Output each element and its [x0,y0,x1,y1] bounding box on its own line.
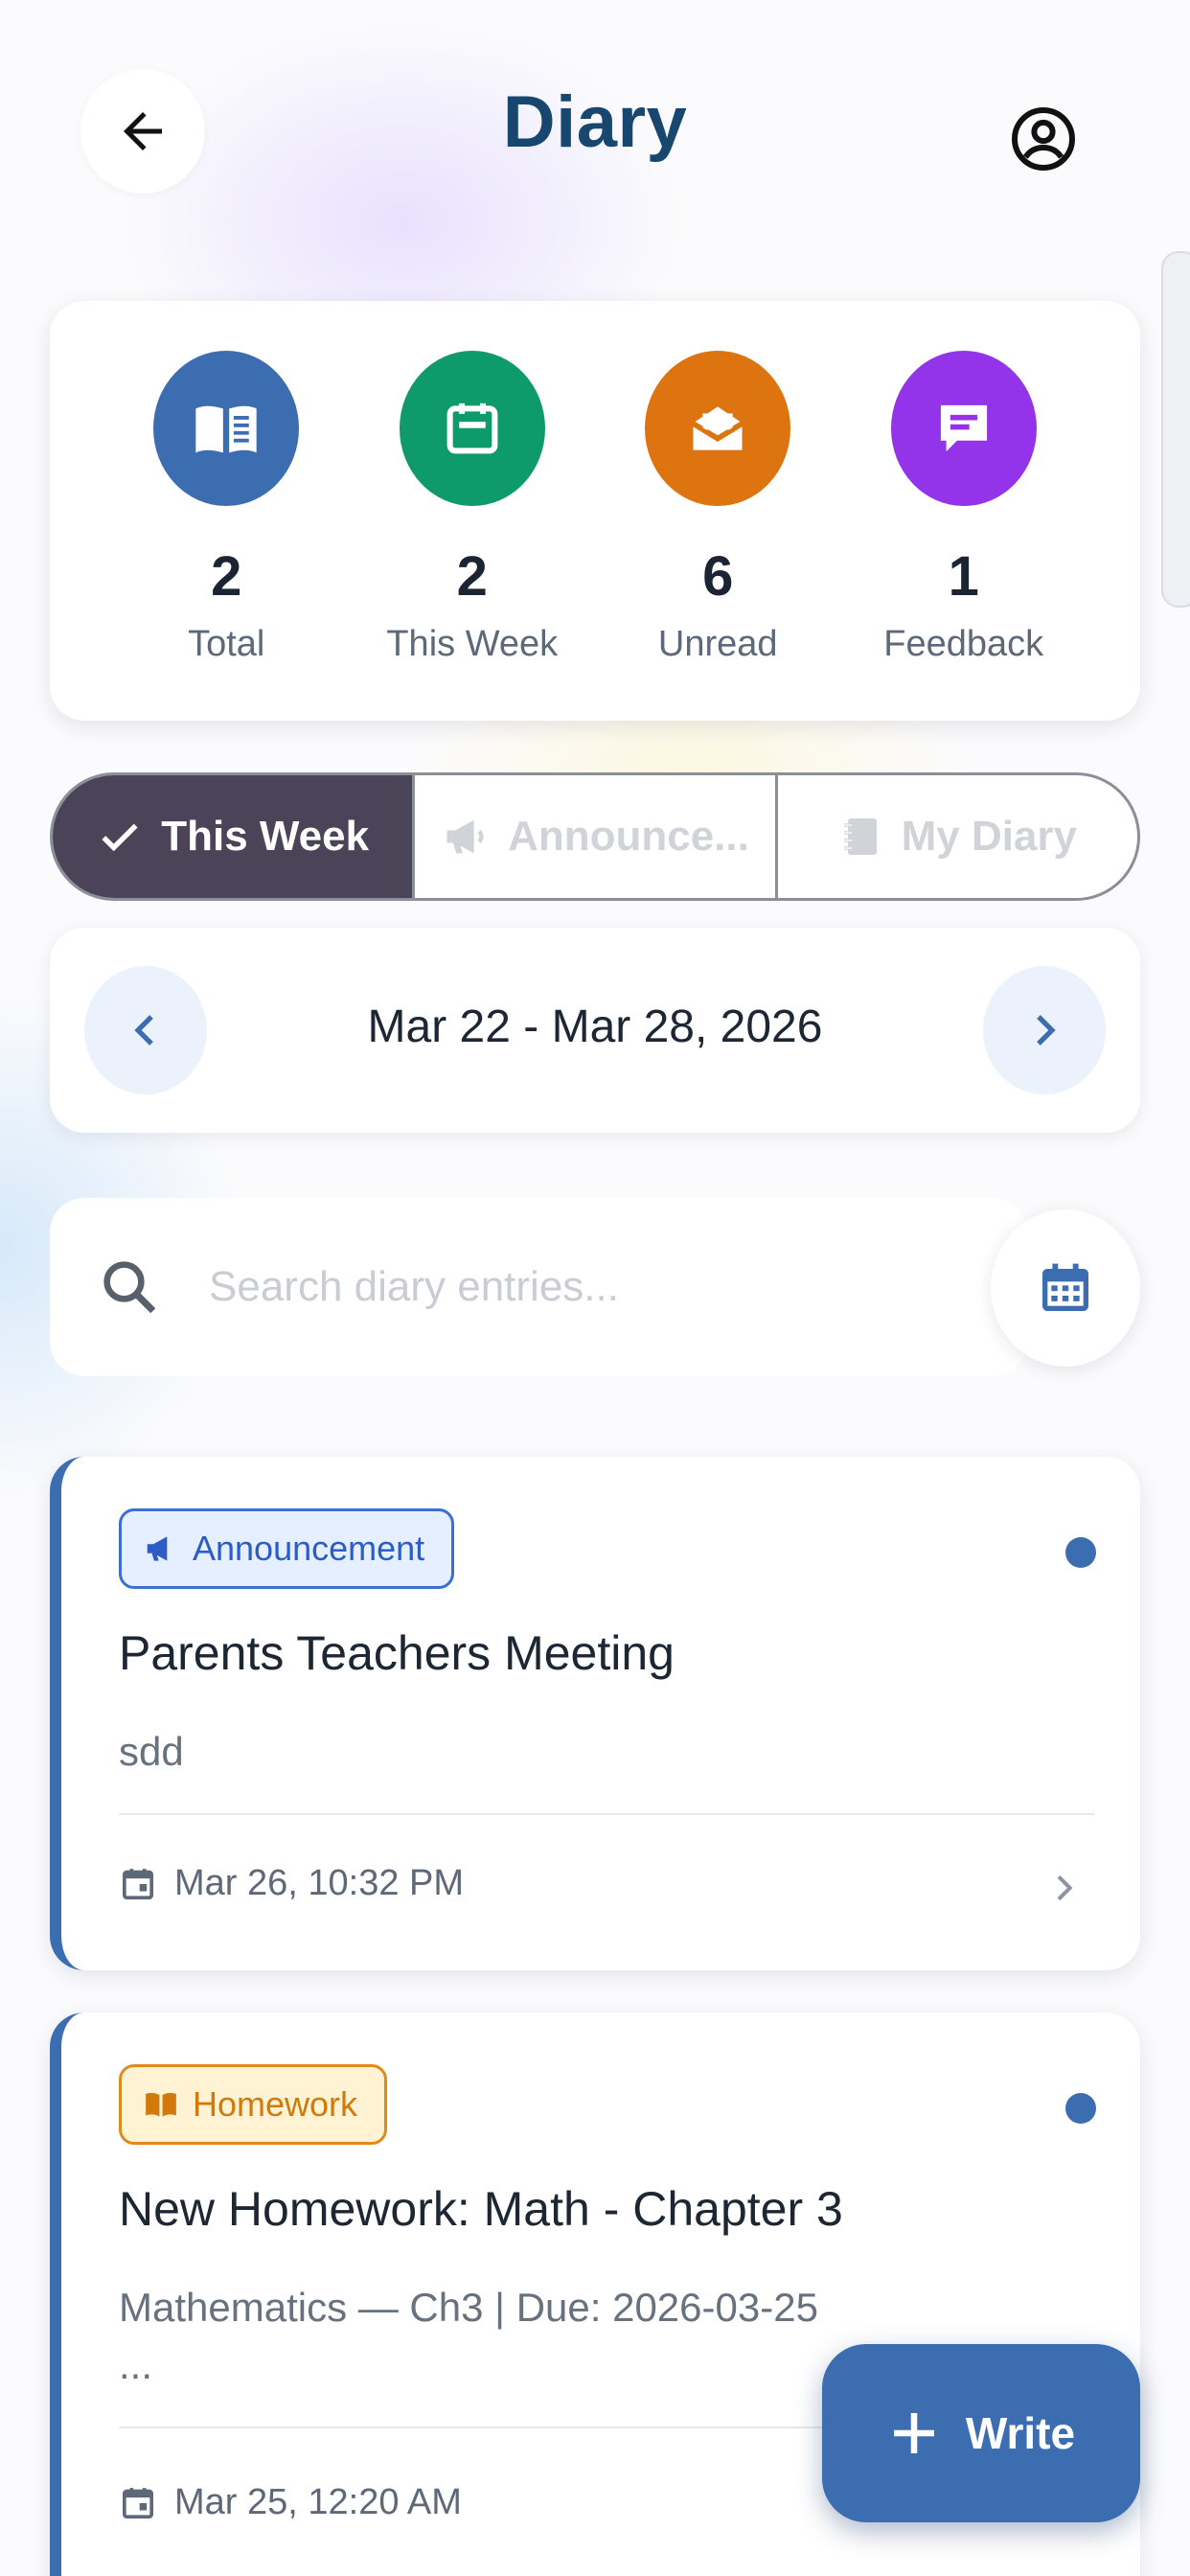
stat-feedback-value: 1 [948,545,979,608]
search-input[interactable] [209,1263,937,1311]
stat-this-week: 2 This Week [357,301,587,721]
stat-total-label: Total [188,624,265,664]
stat-unread: 6 Unread [603,301,833,721]
week-range-label: Mar 22 - Mar 28, 2026 [367,1001,823,1052]
entry-date: Mar 26, 10:32 PM [119,1863,464,1904]
account-circle-icon [1012,107,1075,171]
entry-title: Parents Teachers Meeting [119,1626,675,1680]
calendar-picker-button[interactable] [991,1209,1140,1367]
calendar-today-icon [123,1868,153,1899]
chevron-right-icon [1037,1015,1056,1046]
entry-snippet: Mathematics — Ch3 | Due: 2026-03-25 ... [119,2273,943,2388]
unread-indicator [1065,2093,1096,2124]
entry-snippet-more: ... [119,2342,153,2387]
comment-icon [940,404,987,452]
notebook-icon [843,818,877,855]
search-icon [103,1261,156,1314]
calendar-month-icon [1042,1263,1088,1311]
plus-icon [893,2413,934,2453]
stat-this-week-badge [399,351,545,506]
stat-total: 2 Total [111,301,341,721]
stat-this-week-label: This Week [386,624,559,664]
tab-this-week-label: This Week [161,813,370,860]
search-bar [50,1198,1027,1376]
stat-unread-value: 6 [702,545,734,608]
calendar-today-icon [123,2487,153,2518]
entry-date-text: Mar 26, 10:32 PM [174,1863,465,1903]
stat-total-value: 2 [211,545,242,608]
stat-unread-label: Unread [657,624,778,664]
tab-this-week[interactable]: This Week [53,775,416,898]
filter-tabs: This Week Announce... My Diary [50,772,1140,901]
calendar-icon [446,402,498,454]
stats-card: 2 Total 2 This Week 6 Unread 1 Feedback [50,301,1140,721]
entry-date: Mar 25, 12:20 AM [119,2482,462,2523]
tab-announcements[interactable]: Announce... [415,775,778,898]
week-navigator: Mar 22 - Mar 28, 2026 [50,928,1140,1133]
stat-unread-badge [645,351,791,506]
write-button[interactable]: Write [822,2344,1140,2522]
tab-my-diary[interactable]: My Diary [778,775,1137,898]
entry-type-badge: Announcement [119,1508,455,1589]
chevron-right-icon [1057,1874,1073,1901]
write-button-label: Write [965,2408,1076,2458]
diary-screen: Diary 2 Total 2 This Week 6 Unread 1 Fee… [0,0,1190,2576]
book-open-icon [146,2092,176,2117]
tab-announcements-label: Announce... [508,813,749,860]
entry-type-label: Announcement [193,1529,425,1568]
entry-type-label: Homework [193,2084,358,2124]
stat-feedback-label: Feedback [883,624,1044,664]
profile-button[interactable] [981,77,1106,201]
stat-feedback-badge [890,351,1037,506]
entry-snippet-line: Mathematics — Ch3 | Due: 2026-03-25 [119,2285,818,2330]
stat-this-week-value: 2 [456,545,488,608]
entry-type-badge: Homework [119,2064,388,2145]
book-icon [195,405,257,453]
next-week-button[interactable] [983,966,1106,1094]
entry-divider [119,1813,1094,1815]
stat-feedback: 1 Feedback [849,301,1079,721]
header: Diary [0,0,1190,268]
stat-total-badge [153,351,300,506]
envelope-open-icon [692,406,744,450]
entry-date-text: Mar 25, 12:20 AM [174,2482,462,2522]
diary-entry-card[interactable]: Announcement Parents Teachers Meeting sd… [50,1457,1140,1970]
scrollbar-thumb[interactable] [1161,251,1190,608]
entry-snippet: sdd [119,1729,184,1774]
megaphone-icon [147,1536,168,1561]
megaphone-icon [446,819,484,854]
entry-title: New Homework: Math - Chapter 3 [119,2182,843,2236]
tab-my-diary-label: My Diary [901,813,1078,860]
check-icon [102,823,138,852]
unread-indicator [1065,1537,1096,1568]
